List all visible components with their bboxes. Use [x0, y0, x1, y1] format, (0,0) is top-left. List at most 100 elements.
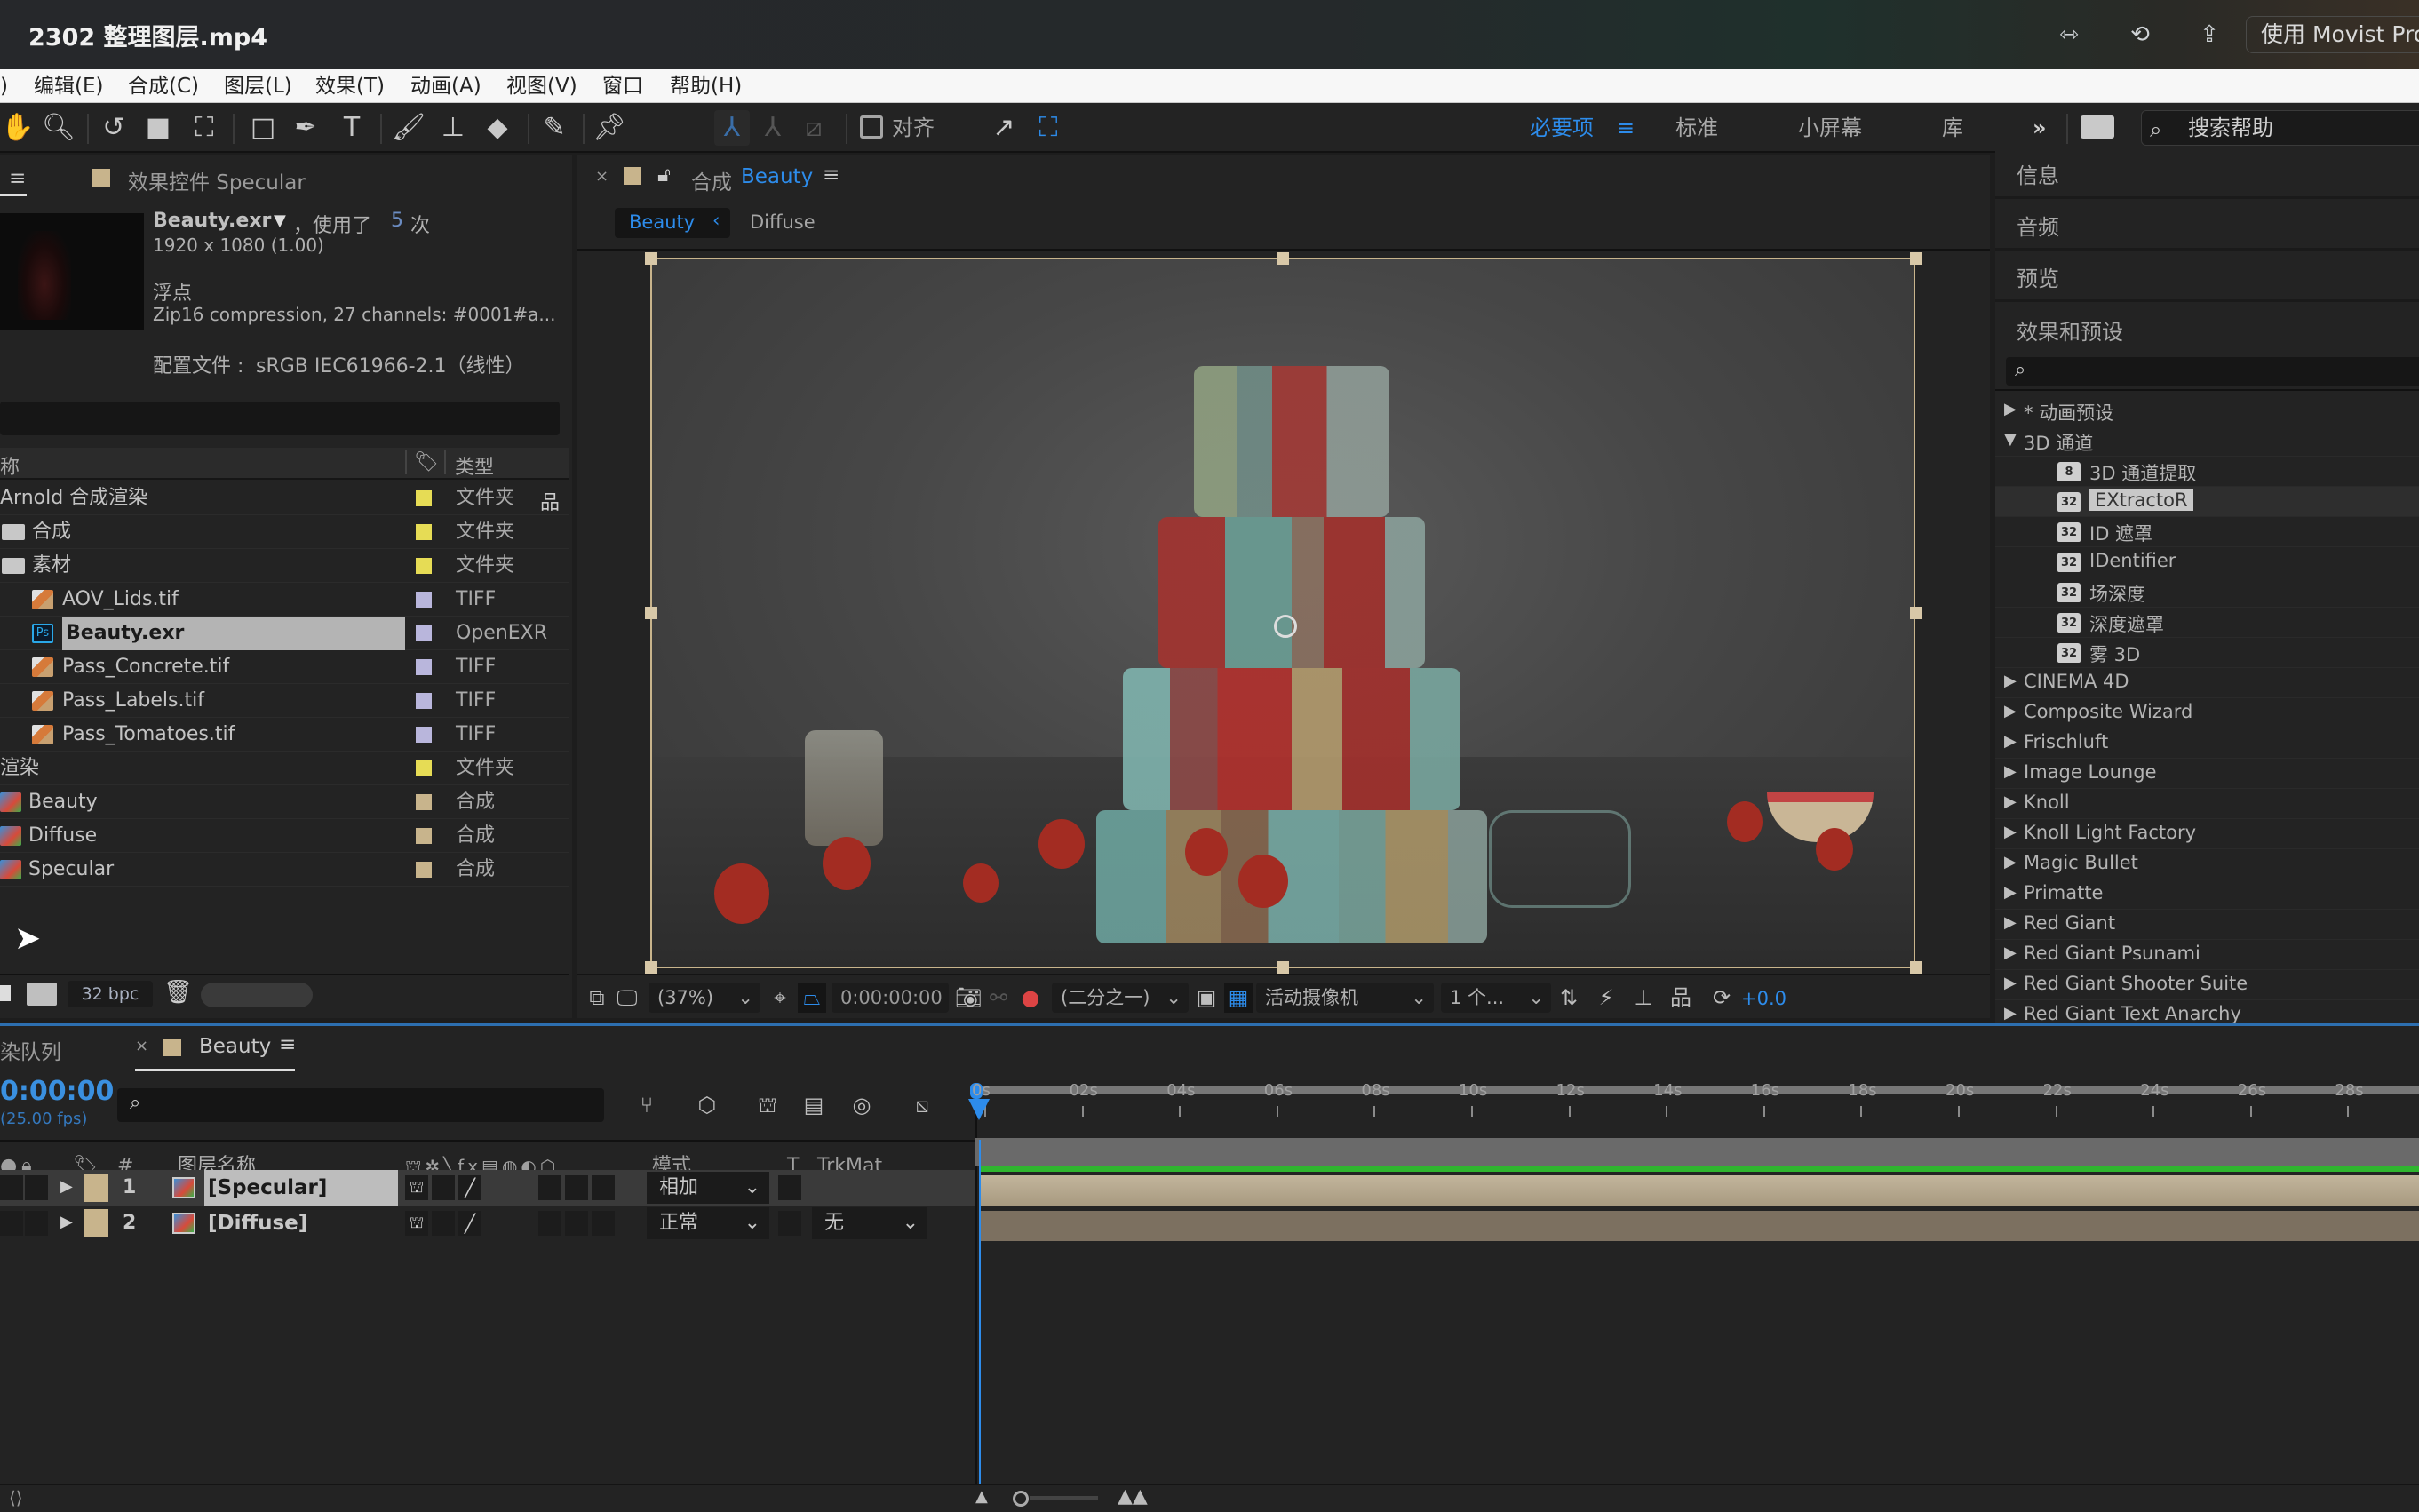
workspace-essentials[interactable]: 必要项 [1530, 114, 1594, 142]
workspace-menu-icon[interactable]: ≡ [1617, 114, 1635, 142]
zoom-in-icon[interactable]: ▲▲ [1118, 1485, 1148, 1508]
monitor-icon[interactable]: 🖵︎ [613, 983, 641, 1013]
project-item[interactable]: Pass_Tomatoes.tif TIFF [0, 718, 569, 752]
project-item[interactable]: Arnold 合成渲染 文件夹 [0, 481, 569, 515]
snapshot-camera-icon[interactable]: 📷︎ [954, 983, 983, 1013]
effect-item[interactable]: 32 ID 遮罩 [1995, 517, 2419, 547]
pan-behind-tool-icon[interactable]: ⛶ [187, 110, 222, 146]
info-panel-header[interactable]: 信息 [1995, 147, 2419, 199]
fast-previews-icon[interactable]: ⚡︎ [1592, 983, 1620, 1013]
label-color-swatch[interactable] [416, 760, 432, 776]
blend-mode-select[interactable]: 正常 ⌄ [647, 1207, 769, 1239]
label-color-swatch[interactable] [416, 828, 432, 844]
anchor-point-icon[interactable] [1274, 615, 1297, 638]
transform-handle[interactable] [645, 607, 657, 619]
transform-handle[interactable] [1277, 252, 1289, 265]
effects-category[interactable]: ▼ 3D 通道 [1995, 426, 2419, 457]
quality-switch[interactable]: ╱ [458, 1211, 481, 1236]
menu-file-partial[interactable]: ) [0, 69, 8, 103]
effects-category[interactable]: ▶ Knoll [1995, 789, 2419, 819]
breadcrumb-diffuse[interactable]: Diffuse [750, 211, 816, 233]
layer-bar-specular[interactable] [981, 1175, 2419, 1206]
mask-visibility-icon[interactable]: ⏢ [798, 983, 826, 1013]
effects-category[interactable]: ▶ Red Giant Psunami [1995, 940, 2419, 970]
world-axis-mode-icon[interactable]: ⅄ [755, 110, 791, 146]
audio-panel-header[interactable]: 音频 [1995, 199, 2419, 251]
effects-search-input[interactable]: ⌕ [2006, 357, 2419, 386]
lock-toggle[interactable] [25, 1211, 48, 1236]
menu-animation[interactable]: 动画(A) [410, 69, 481, 103]
toggle-switches-icon[interactable]: ⟨⟩ [9, 1487, 23, 1508]
view-axis-mode-icon[interactable]: ⧄ [796, 110, 832, 146]
exposure-value[interactable]: +0.0 [1741, 988, 1786, 1009]
flowchart-icon[interactable]: 品 [540, 487, 560, 515]
sync-settings-icon[interactable] [2081, 115, 2114, 139]
menu-help[interactable]: 帮助(H) [670, 69, 742, 103]
project-item[interactable]: 合成 文件夹 [0, 515, 569, 549]
label-color-swatch[interactable] [416, 524, 432, 540]
effects-category[interactable]: ▶ Magic Bullet [1995, 849, 2419, 879]
footage-dropdown-icon[interactable]: ▼ [274, 211, 286, 230]
transparency-grid-icon[interactable]: ▦ [1224, 983, 1253, 1013]
label-column-tag-icon[interactable]: 🏷︎ [414, 451, 439, 473]
breadcrumb-active[interactable]: Beauty ‹ [615, 208, 730, 238]
effect-item[interactable]: 8 3D 通道提取 [1995, 457, 2419, 487]
preserve-transparency-toggle[interactable] [778, 1211, 801, 1236]
fit-window-icon[interactable]: ⇿ [2054, 20, 2084, 50]
menu-layer[interactable]: 图层(L) [224, 69, 292, 103]
comp-flowchart-icon[interactable]: 品 [1667, 983, 1695, 1013]
blend-mode-select[interactable]: 相加 ⌄ [647, 1172, 769, 1204]
label-color-swatch[interactable] [416, 862, 432, 878]
rectangle-tool-icon[interactable]: □ [245, 110, 281, 146]
collapse-switch[interactable] [432, 1175, 455, 1200]
grid-guides-icon[interactable]: ⌖ [766, 983, 794, 1013]
eraser-tool-icon[interactable]: ◆ [480, 110, 515, 146]
transform-handle[interactable] [645, 252, 657, 265]
camera-tool-icon[interactable]: ■ [140, 110, 176, 146]
project-scrollbar[interactable] [201, 983, 313, 1007]
snapping-checkbox[interactable] [860, 115, 883, 139]
menu-edit[interactable]: 编辑(E) [34, 69, 103, 103]
new-folder-icon[interactable] [0, 985, 11, 1001]
label-color-swatch[interactable] [416, 727, 432, 743]
layer-name[interactable]: [Specular] [204, 1170, 398, 1206]
3d-layer-switch[interactable] [592, 1175, 615, 1200]
region-of-interest-icon[interactable]: ▣ [1192, 983, 1221, 1013]
collapsed-arrow-icon[interactable]: ▶ [2004, 974, 2017, 992]
menu-window[interactable]: 窗口 [602, 69, 643, 103]
lock-icon[interactable]: 🔓︎ [657, 163, 671, 187]
always-preview-icon[interactable]: ⧉ [583, 983, 611, 1013]
label-color-swatch[interactable] [416, 659, 432, 675]
magnification-select[interactable]: (37%) ⌄ [649, 983, 760, 1013]
workspace-small-screen[interactable]: 小屏幕 [1798, 114, 1862, 142]
effects-category[interactable]: ▶ Frischluft [1995, 728, 2419, 759]
camera-view-select[interactable]: 活动摄像机 ⌄ [1256, 983, 1434, 1013]
zoom-out-icon[interactable]: ▲ [975, 1487, 988, 1506]
project-item[interactable]: Specular 合成 [0, 853, 569, 887]
label-color-swatch[interactable] [416, 625, 432, 641]
project-item[interactable]: Ps Beauty.exr OpenEXR [0, 617, 569, 650]
current-time-display[interactable]: 0:00:00:00 [832, 983, 949, 1013]
playhead-handle[interactable] [968, 1099, 990, 1120]
label-color-swatch[interactable] [416, 490, 432, 506]
view-layout-select[interactable]: 1 个... ⌄ [1441, 983, 1551, 1013]
effects-category[interactable]: ▶ Primatte [1995, 879, 2419, 910]
lock-toggle[interactable] [25, 1175, 48, 1200]
effects-category[interactable]: ▶ Composite Wizard [1995, 698, 2419, 728]
project-item[interactable]: Pass_Labels.tif TIFF [0, 684, 569, 718]
label-color-swatch[interactable] [416, 558, 432, 574]
column-type-header[interactable]: 类型 [455, 451, 494, 480]
show-snapshot-icon[interactable]: ⚯ [984, 983, 1013, 1013]
project-bit-depth-button[interactable]: 32 bpc [68, 981, 153, 1007]
work-area-bar[interactable] [975, 1138, 2419, 1166]
effects-category[interactable]: ▶ * 动画预设 [1995, 396, 2419, 426]
effect-item[interactable]: 32 IDentifier [1995, 547, 2419, 577]
effects-category[interactable]: ▶ Red Giant Text Anarchy [1995, 1000, 2419, 1023]
track-matte-select[interactable]: 无 ⌄ [812, 1207, 927, 1239]
project-search-input[interactable] [0, 402, 560, 435]
motion-blur-switch[interactable] [538, 1175, 561, 1200]
transform-handle[interactable] [1910, 252, 1922, 265]
clone-stamp-tool-icon[interactable]: ⊥ [435, 110, 471, 146]
effect-item[interactable]: 32 场深度 [1995, 577, 2419, 608]
channels-icon[interactable]: ● [1016, 983, 1045, 1013]
